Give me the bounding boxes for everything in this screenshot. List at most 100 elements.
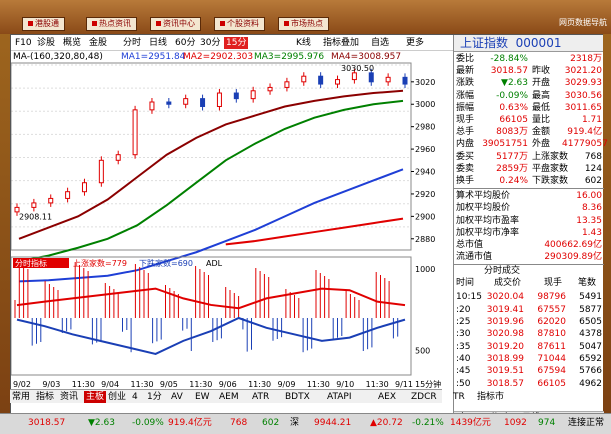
bottom-tab[interactable]: BDTX <box>285 391 310 403</box>
bottom-tab[interactable]: AEX <box>378 391 396 403</box>
status-bar: 3018.57 ▼2.63 -0.09% 919.4亿元 768 602 深 9944.21 ▲… <box>0 413 611 434</box>
bottom-tab[interactable]: AV <box>171 391 183 403</box>
quote-value2: 124 <box>584 163 602 174</box>
candle-body <box>166 101 172 105</box>
candle-body <box>149 101 155 111</box>
status-item: 连接正常 <box>568 418 605 428</box>
news-center-button[interactable]: 资讯中心 <box>150 17 201 31</box>
candle-body <box>385 76 391 83</box>
price-tick: 2880 <box>415 235 435 244</box>
web-nav-label[interactable]: 网页数据导航 <box>559 17 607 28</box>
stat-row: 流通市值 290309.89亿 <box>456 252 602 263</box>
tick-row: :30 3020.98 87810 4378 <box>456 329 602 340</box>
x-label: 11:30 <box>307 380 330 389</box>
quote-label: 委卖 <box>456 163 475 174</box>
candle-body <box>402 76 408 85</box>
bottom-tab[interactable]: AEM <box>219 391 239 403</box>
quote-row: 委比 -28.84% 2318万 <box>454 53 604 65</box>
tick-row: :20 3019.41 67557 5877 <box>456 304 602 315</box>
candle-body <box>301 75 307 83</box>
quote-value2: 2318万 <box>570 54 602 64</box>
sub-tick: 1000 <box>415 265 435 274</box>
bottom-tabs: 常用 指标 资讯 主板 创业 4 1分 AV EW AEM ATR BDTX ATAPI AEX ZDCR T… <box>10 389 504 403</box>
status-item: 1439亿元 <box>450 418 491 428</box>
candle-body <box>98 159 104 184</box>
candle-body <box>200 98 206 107</box>
tick-row: :45 3019.51 67594 5766 <box>456 366 602 377</box>
low-label: 2908.11 <box>19 212 52 221</box>
bottom-tab[interactable]: 1分 <box>147 391 162 403</box>
x-label: 11:30 <box>72 380 95 389</box>
market-hot-button[interactable]: 市场热点 <box>278 17 329 31</box>
quote-value2: 3030.56 <box>564 90 602 101</box>
x-label: 11:30 <box>189 380 212 389</box>
bottom-tab[interactable]: 指标市 <box>477 391 504 403</box>
bottom-tab[interactable]: 创业 <box>108 391 126 403</box>
quote-value2: 768 <box>584 151 602 162</box>
bottom-tab[interactable]: ATR <box>252 391 269 403</box>
candle-body <box>65 191 71 199</box>
x-label: 9/11 <box>395 380 413 389</box>
quote-label: 现手 <box>456 115 475 125</box>
candle-body <box>132 109 138 156</box>
bottom-tab[interactable]: 4 <box>132 391 138 403</box>
quote-panel: 上证指数 000001 委比 -28.84% 2318万 最新 3018.57 … <box>453 35 608 427</box>
down-count-line <box>16 316 406 355</box>
price-tick: 3020 <box>415 78 435 87</box>
candle-body <box>267 86 273 92</box>
bottom-tab[interactable]: 常用 <box>12 391 30 403</box>
ticks-header: 时间 成交价 现手 笔数 <box>456 278 597 289</box>
quote-value2: 3029.93 <box>564 78 602 89</box>
quote-row: 振幅 0.63% 最低 3011.65 <box>454 102 604 114</box>
status-item: ▼2.63 <box>88 418 115 428</box>
bottom-tab[interactable]: TR <box>453 391 465 403</box>
quote-row: 涨跌 ▼2.63 开盘 3029.93 <box>454 77 604 89</box>
candle-body <box>318 75 324 85</box>
bottom-tab[interactable]: 资讯 <box>60 391 78 403</box>
quote-label: 涨幅 <box>456 90 475 101</box>
quote-value: -28.84% <box>490 54 528 64</box>
quote-label2: 最高 <box>532 90 551 101</box>
quote-value: 39051751 <box>482 139 528 150</box>
hk-connect-button[interactable]: 港股通 <box>22 17 65 31</box>
bottom-tab[interactable]: EW <box>195 391 210 403</box>
price-tick: 2960 <box>415 145 435 154</box>
stock-info-button[interactable]: 个股资料 <box>214 17 265 31</box>
bottom-tab[interactable]: ZDCR <box>411 391 437 403</box>
quote-value2: 602 <box>584 176 602 186</box>
tick-row: :50 3018.57 66105 4962 <box>456 378 602 389</box>
price-chart[interactable]: 3020 3000 2980 2960 2940 2920 2900 2880 2908.11 3… <box>11 35 453 390</box>
bottom-tab[interactable]: ATAPI <box>327 391 352 403</box>
bottom-tab[interactable]: 主板 <box>84 391 107 403</box>
tick-row: :25 3019.96 62020 6505 <box>456 317 602 327</box>
candle-body <box>250 90 256 100</box>
x-label: 11:30 <box>366 380 389 389</box>
x-label: 11:30 <box>131 380 154 389</box>
stat-row: 加权平均股价 8.36 <box>456 203 602 214</box>
hot-news-button[interactable]: 热点资讯 <box>86 17 137 31</box>
quote-label2: 最低 <box>532 102 551 113</box>
price-tick: 2940 <box>415 168 435 177</box>
bottom-tab[interactable]: 指标 <box>36 391 54 403</box>
quote-label: 内盘 <box>456 139 475 150</box>
quote-value2: 3011.65 <box>564 102 602 113</box>
quote-value: 66105 <box>499 115 528 125</box>
quote-label: 涨跌 <box>456 78 475 89</box>
candle-body <box>115 154 121 161</box>
quote-row: 总手 8083万 金额 919.4亿 <box>454 126 604 138</box>
status-item: 9944.21 <box>314 418 352 428</box>
sub-legend-d: ADL <box>206 259 223 268</box>
quote-label: 委比 <box>456 54 475 64</box>
quote-value: ▼2.63 <box>501 78 528 89</box>
quote-label: 总手 <box>456 127 475 138</box>
quote-value2: 919.4亿 <box>567 127 602 138</box>
status-item: 974 <box>538 418 556 428</box>
quote-value: 5177万 <box>496 151 528 162</box>
candle-body <box>233 92 239 100</box>
x-label: 9/09 <box>277 380 295 389</box>
status-item: 3018.57 <box>28 418 66 428</box>
status-item: 602 <box>262 418 280 428</box>
quote-label2: 量比 <box>532 115 551 125</box>
top-toolbar: 港股通 热点资讯 资讯中心 个股资料 市场热点 网页数据导航 <box>0 0 611 34</box>
status-item: 919.4亿元 <box>168 418 212 428</box>
